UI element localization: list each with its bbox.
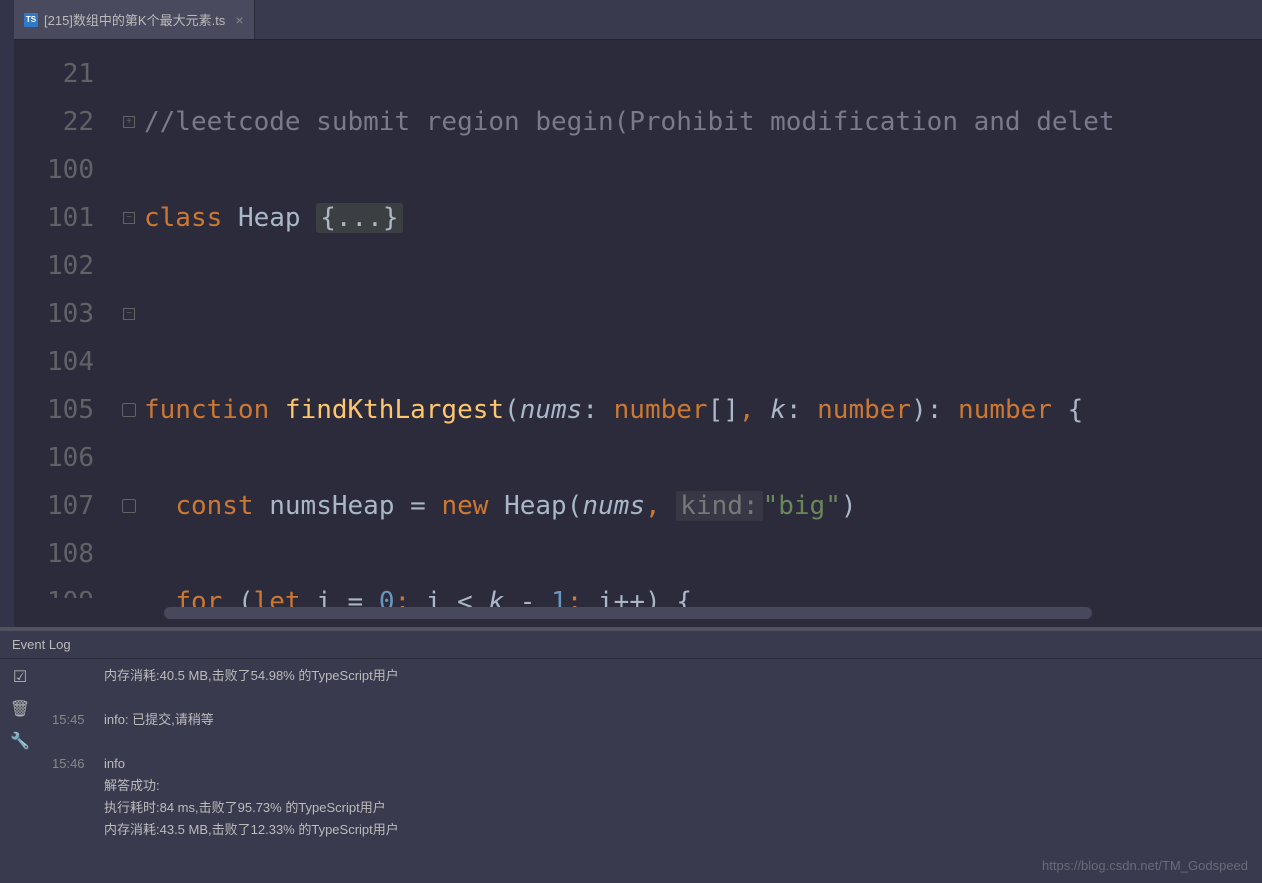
log-message: info <box>104 753 1250 775</box>
check-icon[interactable]: ☑ <box>10 667 30 687</box>
log-time: 15:45 <box>52 709 92 731</box>
line-number: 22 <box>14 98 94 146</box>
line-number: 102 <box>14 242 94 290</box>
operator: = <box>394 491 441 521</box>
fold-collapse-icon[interactable]: − <box>114 290 144 338</box>
log-message: info: 已提交,请稍等 <box>104 709 1250 731</box>
line-number: 108 <box>14 530 94 578</box>
function-name: findKthLargest <box>285 395 504 425</box>
log-message: 执行耗时:84 ms,击败了95.73% 的TypeScript用户 <box>104 797 1250 819</box>
close-icon[interactable]: × <box>235 12 243 28</box>
log-message: 内存消耗:43.5 MB,击败了12.33% 的TypeScript用户 <box>104 819 1250 841</box>
increment: i++ <box>598 587 645 607</box>
panel-title: Event Log <box>0 631 1262 659</box>
fold-end-icon[interactable] <box>114 386 144 434</box>
log-entry: 内存消耗:40.5 MB,击败了54.98% 的TypeScript用户 <box>52 665 1250 687</box>
typescript-icon: TS <box>24 13 38 27</box>
type: number <box>958 395 1052 425</box>
code-content[interactable]: //leetcode submit region begin(Prohibit … <box>144 40 1262 607</box>
keyword-class: class <box>144 203 222 233</box>
wrench-icon[interactable]: 🔧 <box>10 731 30 751</box>
event-log-toolbar: ☑ 🗑 🔧 <box>0 659 40 883</box>
string: "big" <box>763 491 841 521</box>
keyword-for: for <box>175 587 222 607</box>
log-entry: 内存消耗:43.5 MB,击败了12.33% 的TypeScript用户 <box>52 819 1250 841</box>
editor-container: TS [215]数组中的第K个最大元素.ts × 21 22 100 101 1… <box>0 0 1262 627</box>
trash-icon[interactable]: 🗑 <box>10 699 30 719</box>
keyword-function: function <box>144 395 269 425</box>
fold-placeholder[interactable]: {...} <box>316 203 402 233</box>
identifier: i <box>316 587 332 607</box>
log-entry: 解答成功: <box>52 775 1250 797</box>
tab-bar: TS [215]数组中的第K个最大元素.ts × <box>14 0 1262 40</box>
line-gutter: 21 22 100 101 102 103 104 105 106 107 10… <box>14 40 114 607</box>
log-entry: 15:45 info: 已提交,请稍等 <box>52 709 1250 731</box>
identifier: k <box>488 587 504 607</box>
log-time: 15:46 <box>52 753 92 775</box>
file-tab[interactable]: TS [215]数组中的第K个最大元素.ts × <box>14 0 255 39</box>
class-name: Heap <box>238 203 301 233</box>
fold-expand-icon[interactable]: + <box>114 98 144 146</box>
log-entry: 15:46 info <box>52 753 1250 775</box>
param-hint: kind: <box>676 491 762 521</box>
param: nums <box>520 395 583 425</box>
array-bracket: [] <box>708 395 739 425</box>
left-strip <box>0 0 14 627</box>
class-ref: Heap <box>504 491 567 521</box>
line-number: 105 <box>14 386 94 434</box>
param: k <box>770 395 786 425</box>
code-comment: //leetcode submit region begin(Prohibit … <box>144 107 1115 137</box>
keyword-const: const <box>175 491 253 521</box>
log-message: 内存消耗:40.5 MB,击败了54.98% 的TypeScript用户 <box>104 665 1250 687</box>
log-content[interactable]: 内存消耗:40.5 MB,击败了54.98% 的TypeScript用户 15:… <box>40 659 1262 883</box>
fold-gutter: + − − <box>114 40 144 607</box>
keyword-let: let <box>254 587 301 607</box>
operator: < <box>441 587 488 607</box>
horizontal-scrollbar[interactable] <box>164 607 1092 619</box>
fold-end-icon[interactable] <box>114 482 144 530</box>
line-number: 100 <box>14 146 94 194</box>
tab-filename: [215]数组中的第K个最大元素.ts <box>44 10 225 29</box>
line-number: 106 <box>14 434 94 482</box>
watermark: https://blog.csdn.net/TM_Godspeed <box>1042 858 1248 873</box>
line-number: 101 <box>14 194 94 242</box>
type: number <box>614 395 708 425</box>
log-message: 解答成功: <box>104 775 1250 797</box>
arg: nums <box>582 491 645 521</box>
code-area[interactable]: 21 22 100 101 102 103 104 105 106 107 10… <box>14 40 1262 607</box>
line-number: 103 <box>14 290 94 338</box>
line-number: 107 <box>14 482 94 530</box>
keyword-new: new <box>441 491 488 521</box>
event-log-panel: Event Log ☑ 🗑 🔧 内存消耗:40.5 MB,击败了54.98% 的… <box>0 631 1262 883</box>
fold-collapse-icon[interactable]: − <box>114 194 144 242</box>
line-number: 21 <box>14 50 94 98</box>
line-number: 104 <box>14 338 94 386</box>
line-number: 109 <box>14 578 94 598</box>
identifier: numsHeap <box>269 491 394 521</box>
number: 1 <box>551 587 567 607</box>
log-entry: 执行耗时:84 ms,击败了95.73% 的TypeScript用户 <box>52 797 1250 819</box>
number: 0 <box>379 587 395 607</box>
type: number <box>817 395 911 425</box>
